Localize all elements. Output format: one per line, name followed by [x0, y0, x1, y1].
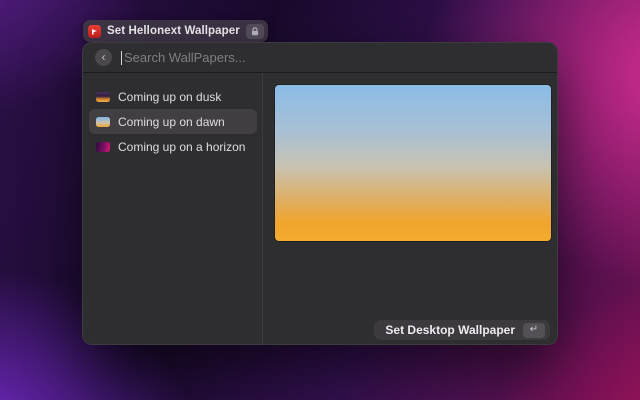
dawn-wallpaper-preview: [275, 85, 551, 241]
horizon-thumbnail-icon: [96, 142, 110, 152]
back-chevron-icon: ‹: [102, 51, 106, 63]
search-placeholder: Search WallPapers...: [124, 50, 246, 65]
back-button[interactable]: ‹: [95, 49, 112, 66]
wallpaper-list: Coming up on dusk Coming up on dawn Comi…: [83, 73, 263, 344]
search-input[interactable]: Search WallPapers...: [121, 50, 545, 65]
text-caret: [121, 51, 122, 65]
list-item-label: Coming up on dusk: [118, 90, 221, 104]
list-item-dawn[interactable]: Coming up on dawn: [89, 109, 257, 134]
raycast-window: ‹ Search WallPapers... Coming up on dusk…: [82, 42, 558, 345]
search-bar: ‹ Search WallPapers...: [83, 43, 557, 73]
command-tag[interactable]: Set Hellonext Wallpaper: [83, 20, 268, 42]
list-item-dusk[interactable]: Coming up on dusk: [89, 84, 257, 109]
preview-pane: Set Desktop Wallpaper ↵: [263, 73, 557, 344]
list-item-label: Coming up on dawn: [118, 115, 225, 129]
window-content: Coming up on dusk Coming up on dawn Comi…: [83, 73, 557, 344]
command-tag-label: Set Hellonext Wallpaper: [107, 25, 240, 37]
lock-icon: [246, 24, 264, 39]
enter-key-icon: ↵: [523, 323, 545, 338]
hellonext-icon: [88, 25, 101, 38]
dusk-thumbnail-icon: [96, 92, 110, 102]
set-desktop-wallpaper-button[interactable]: Set Desktop Wallpaper ↵: [374, 320, 550, 340]
action-button-label: Set Desktop Wallpaper: [385, 323, 515, 337]
list-item-label: Coming up on a horizon: [118, 140, 245, 154]
list-item-horizon[interactable]: Coming up on a horizon: [89, 134, 257, 159]
dawn-thumbnail-icon: [96, 117, 110, 127]
